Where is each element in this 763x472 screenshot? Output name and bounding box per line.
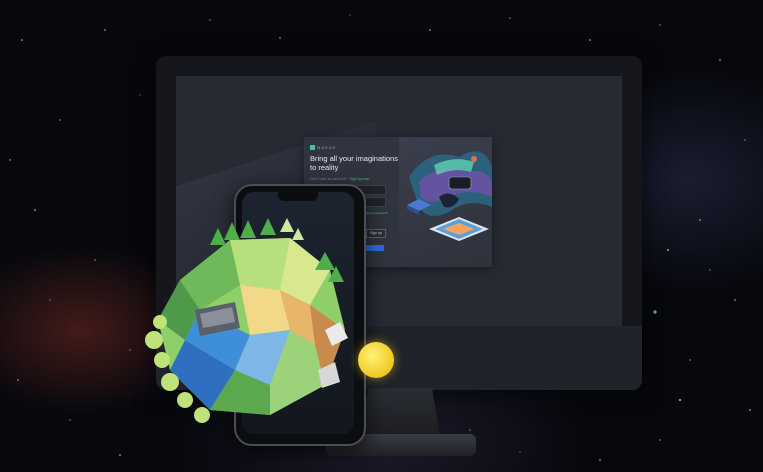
phone-notch	[278, 192, 318, 201]
brand-logo: MAKAR	[310, 145, 337, 151]
brand-name: MAKAR	[317, 145, 337, 150]
monitor-stand	[360, 388, 440, 438]
login-headline: Bring all your imaginations to reality	[310, 154, 398, 172]
signup-prompt: Don't have an account? Sign up now	[310, 177, 369, 181]
yellow-ball	[358, 342, 394, 378]
scene: MAKAR Bring all your imaginations to rea…	[0, 0, 763, 472]
signup-prompt-text: Don't have an account?	[310, 177, 347, 181]
square-logo-icon	[310, 145, 315, 151]
isometric-vr-illustration	[407, 151, 492, 241]
signup-link[interactable]: Sign up now	[350, 177, 369, 181]
login-illustration	[399, 137, 492, 267]
low-poly-planet	[145, 218, 348, 423]
